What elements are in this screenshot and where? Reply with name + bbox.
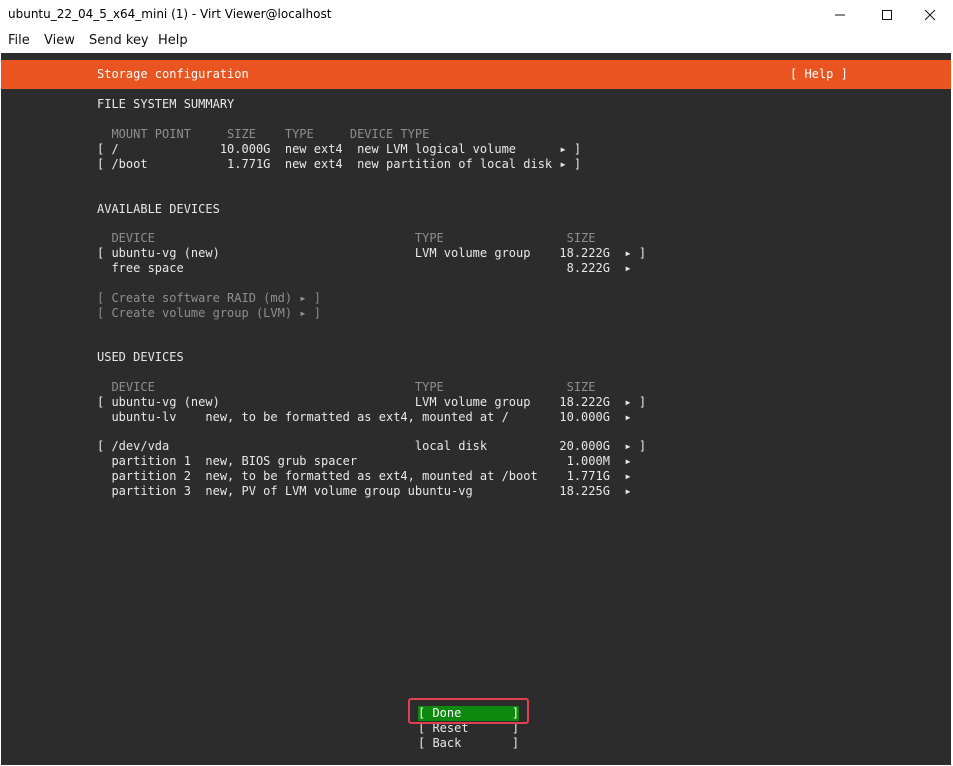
page-title: Storage configuration bbox=[97, 67, 249, 81]
done-highlight-box bbox=[408, 698, 529, 724]
back-button[interactable]: [ Back ] bbox=[418, 736, 519, 751]
minimize-button[interactable] bbox=[817, 0, 863, 30]
used-row-partition-2[interactable]: partition 2 new, to be formatted as ext4… bbox=[97, 469, 631, 484]
create-vg-button[interactable]: [ Create volume group (LVM) ▸ ] bbox=[97, 306, 321, 321]
header-bar: Storage configuration [ Help ] bbox=[1, 60, 951, 89]
minimize-icon bbox=[835, 14, 845, 16]
fs-summary-columns: MOUNT POINT SIZE TYPE DEVICE TYPE bbox=[97, 127, 430, 141]
maximize-icon bbox=[882, 10, 892, 20]
close-button[interactable] bbox=[907, 0, 953, 30]
fs-summary-heading: FILE SYSTEM SUMMARY bbox=[97, 97, 235, 111]
maximize-button[interactable] bbox=[864, 0, 910, 30]
fs-row-root[interactable]: [ / 10.000G new ext4 new LVM logical vol… bbox=[97, 142, 581, 157]
vm-console[interactable]: Storage configuration [ Help ] FILE SYST… bbox=[1, 53, 951, 765]
menu-file[interactable]: File bbox=[8, 33, 30, 48]
help-button[interactable]: [ Help ] bbox=[790, 67, 848, 82]
close-icon bbox=[924, 9, 936, 21]
used-row-dev-vda[interactable]: [ /dev/vda local disk 20.000G ▸ ] bbox=[97, 439, 646, 454]
create-raid-button[interactable]: [ Create software RAID (md) ▸ ] bbox=[97, 291, 321, 306]
used-row-partition-1[interactable]: partition 1 new, BIOS grub spacer 1.000M… bbox=[97, 454, 631, 469]
menubar: File View Send key Help bbox=[0, 30, 953, 52]
menu-help[interactable]: Help bbox=[158, 33, 188, 48]
used-row-partition-3[interactable]: partition 3 new, PV of LVM volume group … bbox=[97, 484, 631, 499]
menu-view[interactable]: View bbox=[44, 33, 75, 48]
used-row-ubuntu-vg[interactable]: [ ubuntu-vg (new) LVM volume group 18.22… bbox=[97, 395, 646, 410]
menu-send-key[interactable]: Send key bbox=[89, 33, 149, 48]
used-columns: DEVICE TYPE SIZE bbox=[97, 380, 596, 394]
window-title: ubuntu_22_04_5_x64_mini (1) - Virt Viewe… bbox=[8, 7, 332, 21]
available-columns: DEVICE TYPE SIZE bbox=[97, 231, 596, 245]
available-heading: AVAILABLE DEVICES bbox=[97, 202, 220, 216]
used-row-ubuntu-lv[interactable]: ubuntu-lv new, to be formatted as ext4, … bbox=[97, 410, 631, 425]
window-titlebar: ubuntu_22_04_5_x64_mini (1) - Virt Viewe… bbox=[0, 0, 953, 30]
used-heading: USED DEVICES bbox=[97, 350, 184, 364]
fs-row-boot[interactable]: [ /boot 1.771G new ext4 new partition of… bbox=[97, 157, 581, 172]
available-row-ubuntu-vg[interactable]: [ ubuntu-vg (new) LVM volume group 18.22… bbox=[97, 246, 646, 261]
available-row-free-space[interactable]: free space 8.222G ▸ bbox=[97, 261, 631, 276]
